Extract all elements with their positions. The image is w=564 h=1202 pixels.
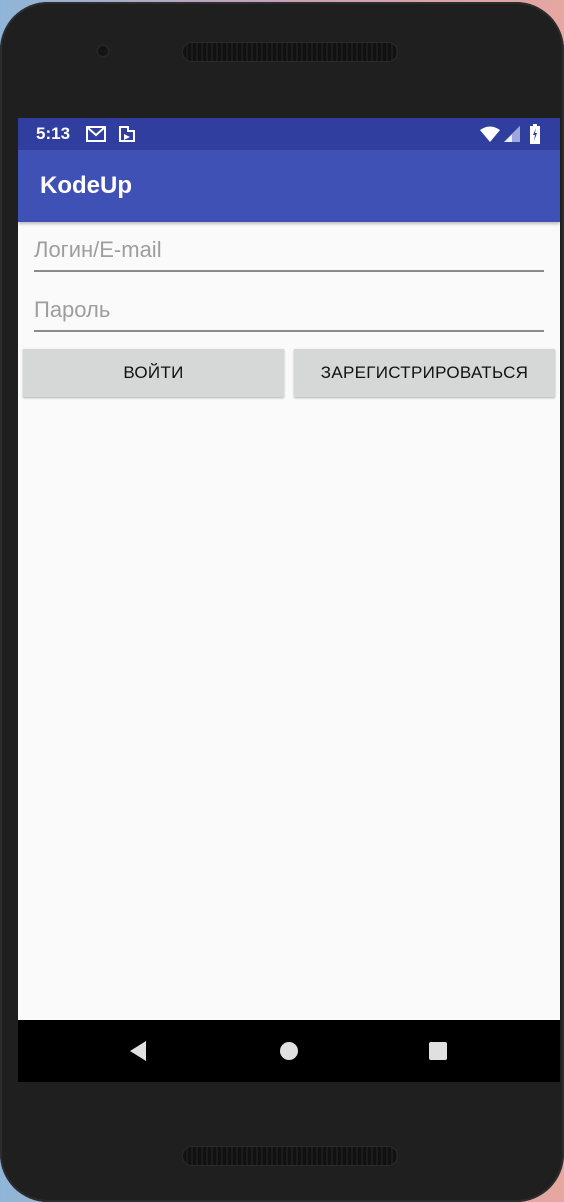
navigation-bar: [18, 1020, 560, 1082]
bottom-speaker: [182, 1146, 398, 1166]
login-field: [34, 230, 544, 272]
phone-frame: 5:13 KodeUp Логин/E-mail ВОЙТИ ЗАРЕГИСТР…: [0, 2, 564, 1202]
home-icon: [280, 1042, 298, 1060]
status-bar: 5:13: [18, 118, 560, 150]
back-button[interactable]: [98, 1020, 178, 1082]
app-bar: KodeUp: [18, 150, 560, 222]
home-button[interactable]: [249, 1020, 329, 1082]
password-input[interactable]: [34, 290, 544, 330]
login-button[interactable]: ВОЙТИ: [23, 349, 284, 397]
gmail-icon: [86, 126, 106, 142]
app-title: KodeUp: [40, 172, 132, 199]
top-speaker: [182, 42, 398, 62]
login-input[interactable]: [34, 230, 544, 270]
register-button[interactable]: ЗАРЕГИСТРИРОВАТЬСЯ: [294, 349, 555, 397]
recents-button[interactable]: [398, 1020, 478, 1082]
back-icon: [130, 1041, 146, 1061]
screen: 5:13 KodeUp Логин/E-mail ВОЙТИ ЗАРЕГИСТР…: [18, 118, 560, 1082]
cell-signal-icon: [504, 126, 520, 142]
battery-icon: [530, 124, 540, 144]
wifi-icon: [480, 126, 500, 142]
play-store-icon: [119, 126, 135, 142]
password-field: [34, 290, 544, 332]
status-time: 5:13: [36, 124, 71, 143]
recents-icon: [429, 1042, 447, 1060]
front-camera: [96, 44, 110, 58]
